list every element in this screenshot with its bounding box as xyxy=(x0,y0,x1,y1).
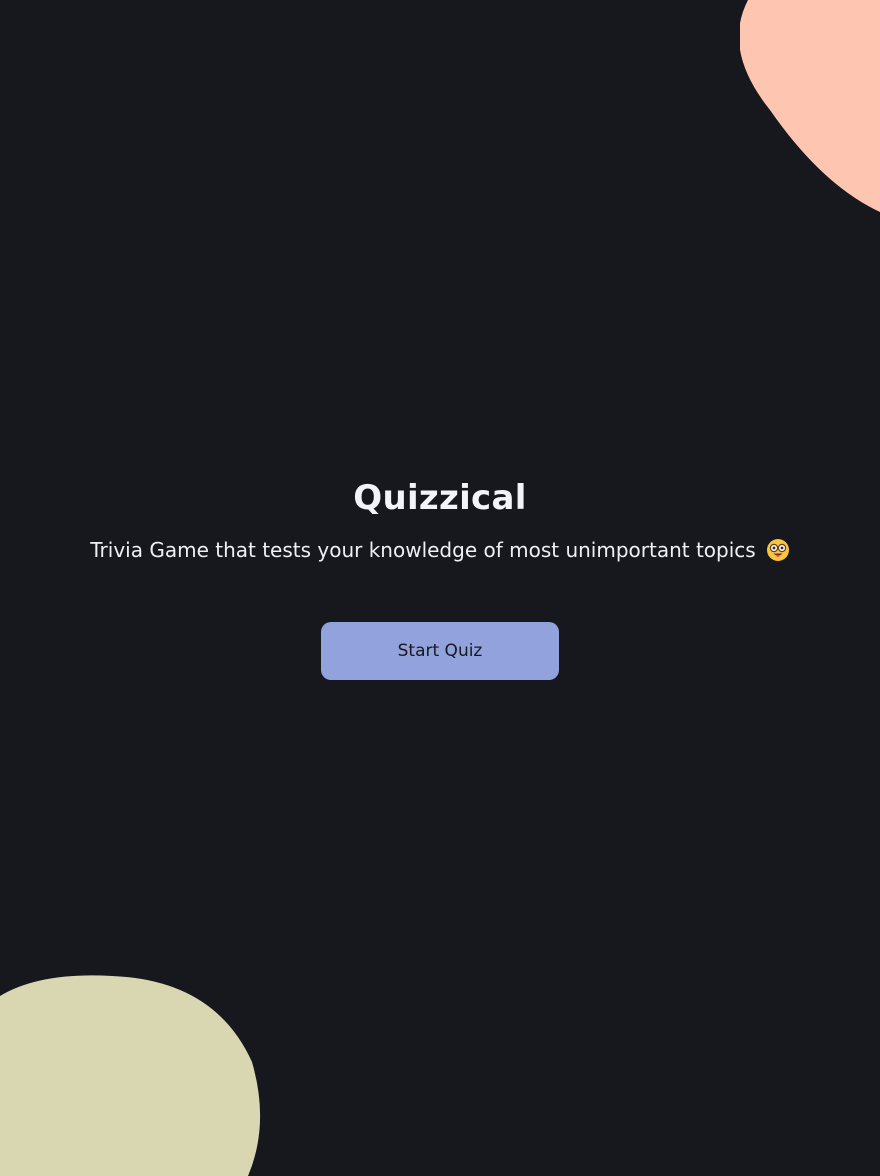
nerd-face-icon xyxy=(766,539,789,561)
decorative-blob-top-right xyxy=(740,0,880,212)
start-quiz-button[interactable]: Start Quiz xyxy=(321,622,559,680)
decorative-blob-bottom-left xyxy=(0,975,261,1176)
tagline: Trivia Game that tests your knowledge of… xyxy=(0,534,880,566)
tagline-text: Trivia Game that tests your knowledge of… xyxy=(90,538,756,562)
intro-screen: Quizzical Trivia Game that tests your kn… xyxy=(0,472,880,680)
page-title: Quizzical xyxy=(353,478,527,518)
